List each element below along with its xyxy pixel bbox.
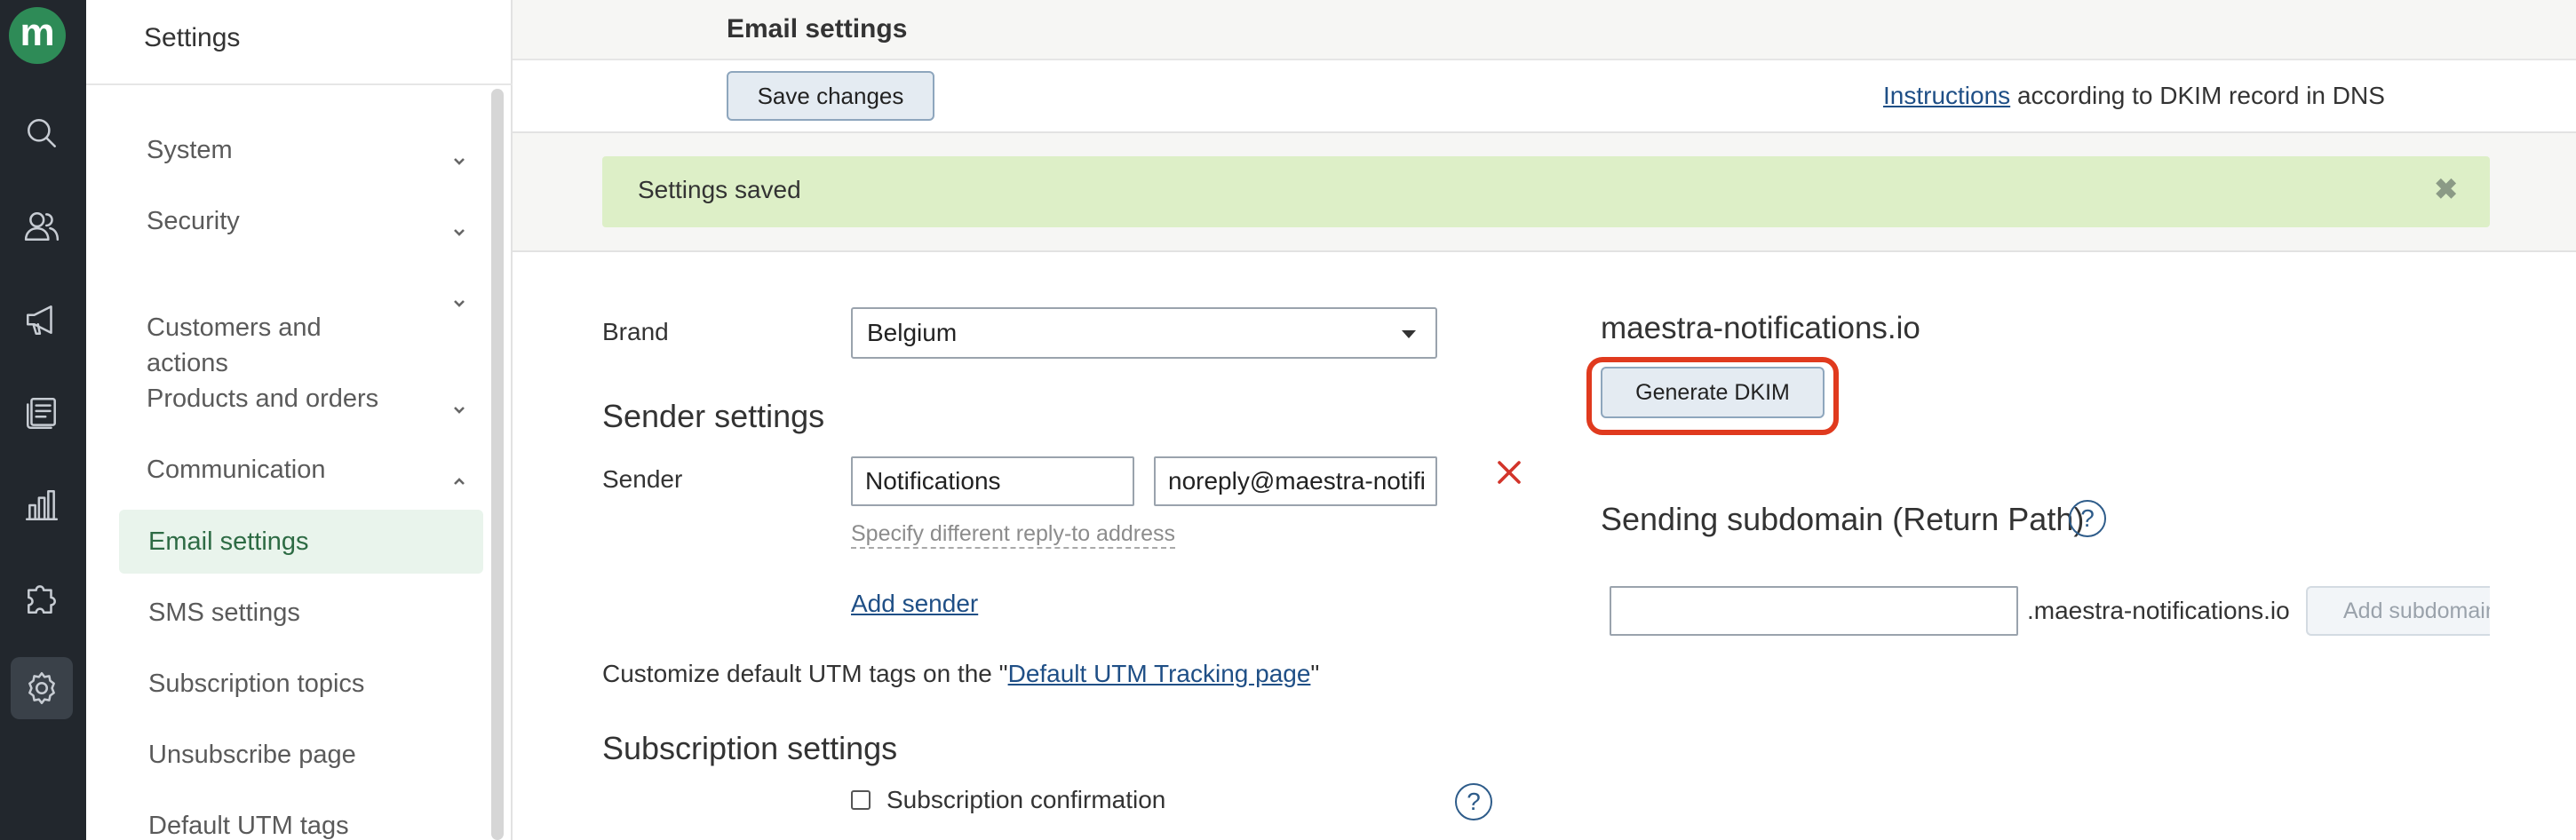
sidebar-group-label: System — [147, 136, 233, 164]
chevron-down-icon — [452, 214, 466, 236]
instructions-text: according to DKIM record in DNS — [2010, 82, 2385, 109]
sidebar-item-subscription-topics[interactable]: Subscription topics — [119, 652, 483, 716]
sidebar-group-label: Communication — [147, 456, 326, 484]
generate-dkim-button[interactable]: Generate DKIM — [1601, 367, 1825, 418]
utm-note-prefix: Customize default UTM tags on the " — [602, 660, 1008, 687]
search-icon[interactable] — [11, 102, 73, 164]
sidebar-group-communication[interactable]: Communication — [147, 452, 466, 487]
dkim-instructions: Instructions according to DKIM record in… — [1883, 82, 2385, 110]
sender-name-input[interactable]: Notifications — [851, 456, 1134, 506]
sidebar-item-sms-settings[interactable]: SMS settings — [119, 581, 483, 645]
subscription-settings-heading: Subscription settings — [602, 730, 898, 766]
dkim-domain: maestra-notifications.io — [1601, 311, 1920, 345]
sidebar-group-security[interactable]: Security — [147, 203, 466, 239]
brand-label: Brand — [602, 318, 669, 345]
brand-select[interactable]: Belgium — [851, 307, 1437, 359]
sidebar-item-email-settings[interactable]: Email settings — [119, 510, 483, 574]
sidebar-group-label: Products and orders — [147, 384, 379, 413]
utm-note: Customize default UTM tags on the "Defau… — [602, 660, 1319, 688]
bar-chart-icon[interactable] — [11, 474, 73, 536]
sender-email-input[interactable]: noreply@maestra-notifi — [1154, 456, 1437, 506]
chevron-down-icon — [452, 392, 466, 414]
sidebar-group-system[interactable]: System — [147, 132, 466, 168]
alert-message: Settings saved — [638, 176, 801, 203]
sidebar-title: Settings — [144, 23, 241, 52]
chevron-down-icon — [452, 143, 466, 165]
remove-sender-icon[interactable] — [1495, 458, 1523, 487]
sender-settings-heading: Sender settings — [602, 398, 825, 434]
settings-sidebar: Settings System Security Customers and a… — [86, 0, 513, 840]
add-sender-link[interactable]: Add sender — [851, 590, 978, 618]
return-path-heading: Sending subdomain (Return Path) — [1601, 501, 2085, 537]
subdomain-suffix: .maestra-notifications.io — [2027, 597, 2290, 624]
utm-tracking-link[interactable]: Default UTM Tracking page — [1008, 660, 1311, 687]
sidebar-divider — [86, 83, 513, 85]
close-icon[interactable]: ✖ — [2434, 172, 2458, 206]
sidebar-scrollbar[interactable] — [491, 89, 504, 840]
newsletter-icon[interactable] — [11, 382, 73, 444]
help-icon[interactable]: ? — [1455, 783, 1492, 820]
add-subdomain-button[interactable]: Add subdomain — [2306, 586, 2490, 636]
chevron-down-icon — [452, 285, 466, 307]
reply-to-link[interactable]: Specify different reply-to address — [851, 520, 1176, 549]
app-logo[interactable]: m — [9, 7, 66, 64]
subscription-confirmation-label: Subscription confirmation — [886, 786, 1166, 813]
brand-select-value: Belgium — [867, 319, 958, 346]
chevron-up-icon — [452, 463, 466, 485]
sidebar-item-default-utm-tags[interactable]: Default UTM tags — [119, 794, 483, 840]
gear-icon[interactable] — [11, 657, 73, 719]
sidebar-item-unsubscribe-page[interactable]: Unsubscribe page — [119, 723, 483, 787]
save-changes-button[interactable]: Save changes — [727, 71, 934, 121]
sidebar-group-label: Customers and actions — [147, 313, 322, 377]
sidebar-group-products[interactable]: Products and orders — [147, 381, 466, 416]
subscription-confirmation-checkbox[interactable] — [851, 790, 871, 810]
puzzle-icon[interactable] — [11, 567, 73, 629]
app-rail: m — [0, 0, 86, 840]
help-icon[interactable]: ? — [2069, 500, 2106, 537]
success-alert: Settings saved ✖ — [602, 156, 2490, 227]
sender-label: Sender — [602, 465, 683, 493]
megaphone-icon[interactable] — [11, 289, 73, 351]
page-title: Email settings — [727, 14, 908, 44]
utm-note-suffix: " — [1310, 660, 1320, 687]
subdomain-input[interactable] — [1610, 586, 2018, 636]
caret-down-icon — [1402, 330, 1416, 338]
users-icon[interactable] — [11, 195, 73, 258]
instructions-link[interactable]: Instructions — [1883, 82, 2010, 109]
sidebar-group-label: Security — [147, 207, 240, 235]
